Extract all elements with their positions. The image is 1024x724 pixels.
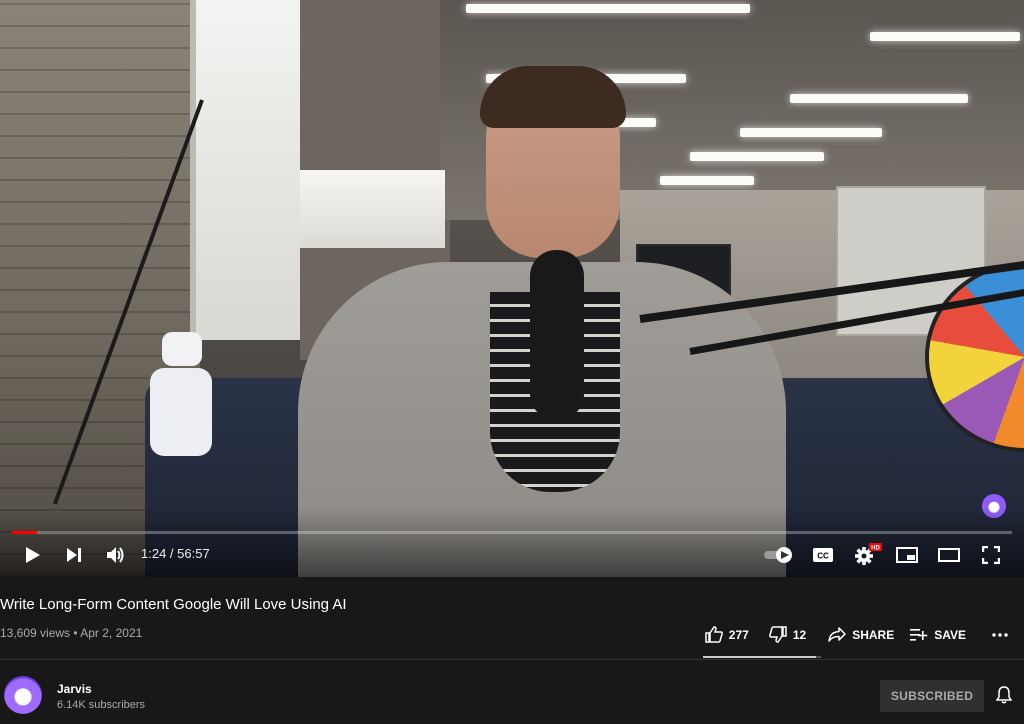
dislike-count: 12	[792, 627, 807, 642]
playlist-add-icon	[910, 628, 928, 641]
progress-bar-played	[12, 531, 37, 534]
video-player[interactable]: 1:24 / 56:57 CC HD	[0, 0, 1024, 577]
thumbs-up-icon	[705, 626, 723, 643]
save-label: SAVE	[934, 627, 966, 642]
svg-text:HD: HD	[871, 546, 880, 552]
channel-name[interactable]: Jarvis	[57, 682, 92, 696]
progress-bar[interactable]	[12, 531, 1012, 534]
volume-button[interactable]	[104, 541, 128, 569]
time-display: 1:24 / 56:57	[141, 546, 210, 561]
gear-icon: HD	[855, 543, 882, 565]
autoplay-toggle[interactable]	[762, 541, 796, 569]
volume-icon	[107, 547, 124, 563]
like-button[interactable]: 277	[699, 622, 755, 647]
fullscreen-button[interactable]	[979, 541, 1003, 569]
bell-icon	[995, 686, 1013, 704]
play-button[interactable]	[20, 541, 44, 569]
dislike-button[interactable]: 12	[763, 622, 812, 647]
divider	[0, 659, 1024, 660]
next-button[interactable]	[62, 541, 86, 569]
fullscreen-icon	[982, 546, 1000, 564]
autoplay-toggle-icon	[764, 547, 792, 563]
theater-mode-button[interactable]	[937, 541, 961, 569]
miniplayer-icon	[896, 547, 918, 563]
share-button[interactable]: SHARE	[822, 623, 900, 646]
video-title: Write Long-Form Content Google Will Love…	[0, 596, 347, 613]
theater-icon	[938, 548, 960, 562]
more-horizontal-icon	[992, 632, 1008, 637]
channel-avatar[interactable]	[4, 676, 42, 714]
video-meta: 13,609 views • Apr 2, 2021	[0, 626, 143, 640]
next-icon	[67, 548, 81, 562]
channel-subscriber-count: 6.14K subscribers	[57, 699, 146, 711]
notification-bell-button[interactable]	[995, 686, 1013, 709]
sentiment-bar	[703, 656, 821, 658]
svg-text:CC: CC	[817, 552, 829, 561]
sentiment-bar-likes	[703, 656, 817, 658]
captions-button[interactable]: CC	[811, 541, 835, 569]
like-count: 277	[728, 627, 749, 642]
play-icon	[26, 547, 40, 563]
action-bar: 277 12 SHARE SAVE	[699, 622, 1014, 647]
settings-button[interactable]: HD	[852, 541, 882, 569]
thumbs-down-icon	[768, 626, 787, 643]
share-icon	[828, 627, 846, 642]
captions-icon: CC	[813, 548, 833, 562]
share-label: SHARE	[852, 627, 895, 642]
miniplayer-button[interactable]	[895, 541, 919, 569]
subscribe-button[interactable]: SUBSCRIBED	[880, 680, 984, 712]
more-actions-button[interactable]	[986, 629, 1014, 641]
save-button[interactable]: SAVE	[904, 624, 972, 646]
